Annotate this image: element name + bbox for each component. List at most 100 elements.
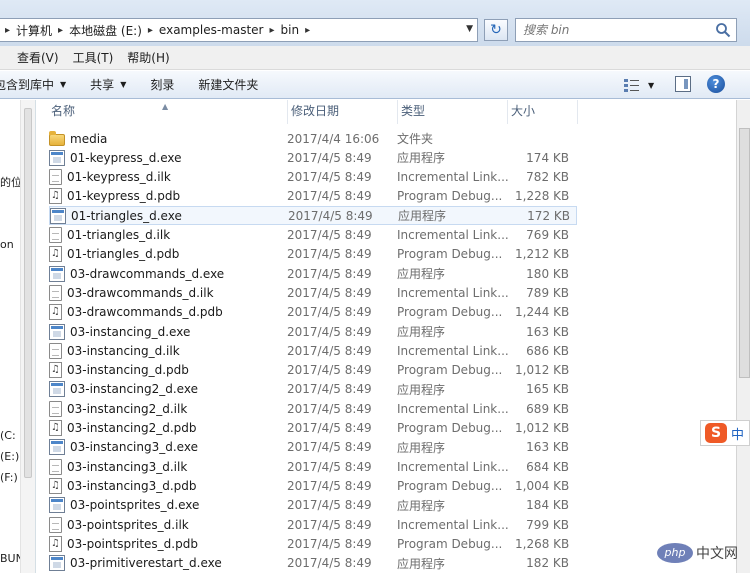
file-name-cell[interactable]: 01-keypress_d.ilk [49,169,287,186]
file-row[interactable]: 03-drawcommands_d.ilk 2017/4/5 8:49 Increm… [49,283,577,302]
search-input[interactable] [516,19,706,41]
column-header-type[interactable]: 类型 [398,100,508,124]
file-date: 2017/4/5 8:49 [287,536,372,551]
ime-mode-label[interactable]: 中 [731,424,744,443]
file-row[interactable]: 03-primitiverestart_d.exe 2017/4/5 8:49 应用… [49,554,577,573]
file-date: 2017/4/5 8:49 [287,382,372,397]
file-size: 180 KB [526,266,569,281]
crumb-folder[interactable]: examples-master [159,23,264,37]
include-in-library-button[interactable]: 包含到库中 ▼ [0,76,78,93]
file-row[interactable]: media 2017/4/4 16:06 文件夹 [49,129,577,148]
file-row[interactable]: 03-pointsprites_d.exe 2017/4/5 8:49 应用程序 18… [49,496,577,515]
file-row[interactable]: 01-keypress_d.ilk 2017/4/5 8:49 Incrementa… [49,168,577,187]
breadcrumb-separator-icon: ▸ [5,24,11,36]
change-view-button[interactable]: ▼ [624,77,658,93]
column-header-size[interactable]: 大小 [508,100,578,124]
file-name-cell[interactable]: media [49,131,287,146]
file-name-cell[interactable]: 03-pointsprites_d.pdb [49,535,287,552]
file-size: 1,012 KB [515,363,570,378]
file-row[interactable]: 01-keypress_d.pdb 2017/4/5 8:49 Program De… [49,187,577,206]
file-name-cell[interactable]: 01-keypress_d.exe [49,149,287,166]
file-name-cell[interactable]: 03-instancing_d.pdb [49,362,287,379]
scrollbar-thumb[interactable] [739,128,750,378]
file-row[interactable]: 03-pointsprites_d.ilk 2017/4/5 8:49 Increm… [49,515,577,534]
menu-view[interactable]: 查看(V) [0,49,66,66]
file-name-cell[interactable]: 03-instancing2_d.ilk [49,400,287,417]
file-type: Program Debug... [397,189,503,204]
file-name-cell[interactable]: 03-drawcommands_d.exe [49,265,287,282]
file-name-cell[interactable]: 01-triangles_d.exe [50,207,288,224]
file-row[interactable]: 01-triangles_d.pdb 2017/4/5 8:49 Program D… [49,245,577,264]
file-row[interactable]: 01-triangles_d.exe 2017/4/5 8:49 应用程序 172 K… [49,206,577,226]
file-name-cell[interactable]: 03-drawcommands_d.pdb [49,304,287,321]
menu-help[interactable]: 帮助(H) [120,49,176,66]
file-name-cell[interactable]: 03-instancing2_d.exe [49,381,287,398]
file-name-cell[interactable]: 03-instancing3_d.pdb [49,477,287,494]
file-name: 01-triangles_d.exe [71,208,182,223]
burn-button[interactable]: 刻录 [138,76,186,93]
column-header-date[interactable]: 修改日期 [288,100,398,124]
search-box[interactable] [515,18,737,42]
file-name: 03-pointsprites_d.exe [70,498,200,513]
file-name-cell[interactable]: 01-triangles_d.pdb [49,246,287,263]
file-row[interactable]: 01-keypress_d.exe 2017/4/5 8:49 应用程序 174 KB [49,148,577,167]
refresh-button[interactable]: ↻ [484,19,508,41]
file-name-cell[interactable]: 03-instancing_d.exe [49,323,287,340]
file-row[interactable]: 03-instancing2_d.ilk 2017/4/5 8:49 Increme… [49,399,577,418]
file-type: 文件夹 [397,132,434,146]
file-name-cell[interactable]: 03-instancing2_d.pdb [49,420,287,436]
scrollbar-thumb[interactable] [24,108,32,478]
preview-pane-toggle-button[interactable] [675,76,691,92]
file-name-cell[interactable]: 03-primitiverestart_d.exe [49,555,287,572]
file-type: 应用程序 [397,440,446,455]
address-breadcrumb[interactable]: ▸ 计算机 ▸ 本地磁盘 (E:) ▸ examples-master ▸ bi… [0,18,478,42]
file-row[interactable]: 01-triangles_d.ilk 2017/4/5 8:49 Increment… [49,226,577,245]
nav-fragment[interactable]: (C: [0,429,16,442]
nav-fragment[interactable]: (F:) [0,471,18,484]
file-row[interactable]: 03-instancing2_d.pdb 2017/4/5 8:49 Program… [49,419,577,438]
help-button[interactable]: ? [707,75,725,93]
file-name-cell[interactable]: 03-instancing3_d.exe [49,439,287,456]
share-button[interactable]: 共享 ▼ [78,76,138,93]
file-row[interactable]: 03-drawcommands_d.exe 2017/4/5 8:49 应用程序 18… [49,264,577,283]
file-date: 2017/4/5 8:49 [287,498,372,513]
file-row[interactable]: 03-instancing3_d.pdb 2017/4/5 8:49 Program… [49,476,577,495]
file-name-cell[interactable]: 03-drawcommands_d.ilk [49,284,287,301]
file-size: 1,268 KB [515,536,570,551]
crumb-current[interactable]: bin [281,23,300,37]
nav-fragment[interactable]: 的位 [0,174,22,190]
file-name-cell[interactable]: 01-keypress_d.pdb [49,188,287,205]
file-name-cell[interactable]: 03-instancing_d.ilk [49,342,287,359]
file-name-cell[interactable]: 01-triangles_d.ilk [49,227,287,243]
file-row[interactable]: 03-instancing3_d.exe 2017/4/5 8:49 应用程序 163… [49,438,577,457]
nav-fragment[interactable]: (E:) [0,450,19,463]
file-name-cell[interactable]: 03-instancing3_d.ilk [49,458,287,475]
file-row[interactable]: 03-pointsprites_d.pdb 2017/4/5 8:49 Progra… [49,534,577,553]
file-date: 2017/4/5 8:49 [287,478,372,493]
nav-pane-scrollbar[interactable] [20,100,35,573]
file-type: Program Debug... [397,363,503,378]
ilk-file-icon [49,284,62,301]
address-history-dropdown-icon[interactable]: ▼ [466,24,473,34]
file-name-cell[interactable]: 03-pointsprites_d.exe [49,497,287,514]
breadcrumb-separator-icon: ▸ [305,24,311,36]
file-row[interactable]: 03-instancing_d.pdb 2017/4/5 8:49 Program … [49,361,577,380]
crumb-computer[interactable]: 计算机 [16,22,52,39]
crumb-drive[interactable]: 本地磁盘 (E:) [69,22,142,39]
file-row[interactable]: 03-instancing_d.exe 2017/4/5 8:49 应用程序 163 … [49,322,577,341]
new-folder-button[interactable]: 新建文件夹 [186,76,270,93]
search-icon[interactable] [715,22,731,38]
file-row[interactable]: 03-instancing3_d.ilk 2017/4/5 8:49 Increme… [49,457,577,476]
file-size: 1,244 KB [515,305,570,320]
nav-fragment[interactable]: on [0,238,14,251]
ime-toolbar[interactable]: S 中 [700,420,750,446]
menu-tools[interactable]: 工具(T) [66,49,121,66]
file-row[interactable]: 03-instancing2_d.exe 2017/4/5 8:49 应用程序 165… [49,380,577,399]
file-row[interactable]: 03-instancing_d.ilk 2017/4/5 8:49 Incremen… [49,341,577,360]
chevron-down-icon: ▼ [60,80,67,89]
file-name-cell[interactable]: 03-pointsprites_d.ilk [49,516,287,533]
file-type: 应用程序 [397,325,446,339]
file-type: Incremental Link... [397,401,509,416]
column-header-name[interactable]: 名称 ▲ [48,100,288,124]
file-row[interactable]: 03-drawcommands_d.pdb 2017/4/5 8:49 Progra… [49,303,577,322]
